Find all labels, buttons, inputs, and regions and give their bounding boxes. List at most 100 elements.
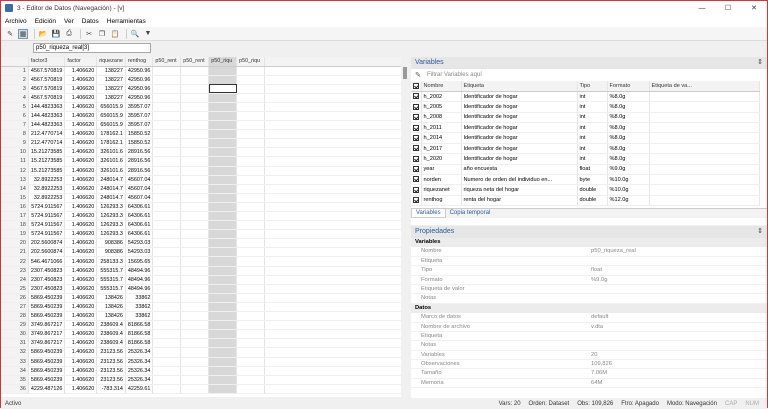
data-cell[interactable]: 32.8922253 xyxy=(28,175,66,185)
data-cell[interactable]: 15.21273585 xyxy=(28,147,66,158)
menu-datos[interactable]: Datos xyxy=(82,18,99,25)
minimize-button[interactable]: — xyxy=(689,1,715,15)
data-cell[interactable] xyxy=(152,211,182,222)
variable-row[interactable]: h_2011 Identificador de hogar int %8.0g xyxy=(411,122,760,134)
data-cell[interactable] xyxy=(208,302,238,313)
checkbox-icon[interactable] xyxy=(413,155,419,162)
data-cell[interactable]: 5724.911567 xyxy=(28,229,66,240)
select-all-checkbox[interactable] xyxy=(411,81,422,92)
data-cell[interactable]: 64306.61 xyxy=(125,202,154,213)
tab-copia-temporal[interactable]: Copia temporal xyxy=(446,209,495,218)
data-cell[interactable]: 126293.3 xyxy=(96,211,126,222)
property-row[interactable]: Tamaño 7.06M xyxy=(411,369,767,379)
data-cell[interactable] xyxy=(152,384,182,394)
data-cell[interactable] xyxy=(208,347,238,358)
checkbox-icon[interactable] xyxy=(413,114,419,121)
data-cell[interactable]: 2307.450823 xyxy=(28,275,66,285)
row-number[interactable]: 10 xyxy=(1,147,29,158)
variables-column-header[interactable]: Etiqueta de va... xyxy=(649,81,760,92)
variables-column-header[interactable]: Nombre xyxy=(421,81,462,92)
data-cell[interactable]: 546.4671066 xyxy=(28,256,66,267)
data-cell[interactable]: 5869.450239 xyxy=(28,293,66,303)
data-cell[interactable]: 126293.3 xyxy=(96,202,126,213)
row-number[interactable]: 18 xyxy=(1,220,29,231)
data-cell[interactable]: 4229.487126 xyxy=(28,384,66,394)
data-cell[interactable] xyxy=(208,202,238,213)
data-cell[interactable] xyxy=(152,293,182,303)
data-cell[interactable] xyxy=(180,284,210,294)
variable-checkbox[interactable] xyxy=(411,122,422,134)
row-number[interactable]: 31 xyxy=(1,338,29,349)
row-number[interactable]: 2 xyxy=(1,75,29,85)
data-cell[interactable] xyxy=(180,357,210,367)
data-cell[interactable]: 1.406620 xyxy=(64,293,98,303)
data-cell[interactable]: 48494.96 xyxy=(125,266,154,276)
data-cell[interactable] xyxy=(180,238,210,249)
data-cell[interactable] xyxy=(208,156,238,167)
data-cell[interactable] xyxy=(152,220,182,231)
data-cell[interactable]: 5869.450239 xyxy=(28,357,66,367)
data-cell[interactable] xyxy=(152,366,182,376)
data-cell[interactable]: 54293.03 xyxy=(125,247,154,258)
filter-placeholder[interactable]: Filtrar Variables aquí xyxy=(427,72,482,78)
row-number[interactable]: 21 xyxy=(1,247,29,258)
data-cell[interactable] xyxy=(152,238,182,249)
data-cell[interactable]: 5869.450239 xyxy=(28,311,66,322)
data-cell[interactable]: 238609.4 xyxy=(96,320,126,331)
data-cell[interactable] xyxy=(180,375,210,385)
row-number[interactable]: 34 xyxy=(1,366,29,376)
variable-checkbox[interactable] xyxy=(411,174,422,186)
data-cell[interactable] xyxy=(236,102,266,112)
data-cell[interactable]: 202.5600874 xyxy=(28,238,66,249)
pin-icon[interactable]: ⇕ xyxy=(757,226,763,238)
data-cell[interactable]: 45607.04 xyxy=(125,175,154,185)
data-cell[interactable] xyxy=(236,293,266,303)
data-cell[interactable] xyxy=(236,193,266,203)
data-cell[interactable] xyxy=(208,211,238,222)
row-number[interactable]: 29 xyxy=(1,320,29,331)
open-icon[interactable]: 📂 xyxy=(38,29,48,39)
data-cell[interactable] xyxy=(180,93,210,103)
data-cell[interactable] xyxy=(236,302,266,313)
row-number[interactable]: 6 xyxy=(1,111,29,122)
data-cell[interactable] xyxy=(236,166,266,176)
variable-checkbox[interactable] xyxy=(411,112,422,124)
data-cell[interactable]: 28916.56 xyxy=(125,166,154,176)
data-cell[interactable] xyxy=(236,275,266,285)
data-cell[interactable]: 1.406620 xyxy=(64,366,98,376)
data-cell[interactable] xyxy=(208,247,238,258)
variables-column-header[interactable]: Formato xyxy=(607,81,650,92)
data-cell[interactable]: 138227 xyxy=(96,75,126,85)
data-cell[interactable]: 555315.7 xyxy=(96,266,126,276)
data-cell[interactable]: 238609.4 xyxy=(96,338,126,349)
row-number[interactable]: 28 xyxy=(1,311,29,322)
row-number[interactable]: 22 xyxy=(1,256,29,267)
data-cell[interactable] xyxy=(180,293,210,303)
data-cell[interactable]: 1.406620 xyxy=(64,320,98,331)
checkbox-icon[interactable] xyxy=(413,176,419,183)
column-header[interactable]: p50_rent xyxy=(180,57,210,67)
data-cell[interactable] xyxy=(152,66,182,76)
data-cell[interactable] xyxy=(180,147,210,158)
grid-vertical-scrollbar[interactable] xyxy=(401,57,409,397)
data-cell[interactable]: 1.406620 xyxy=(64,256,98,267)
row-number[interactable]: 3 xyxy=(1,84,29,94)
data-cell[interactable]: 42950.96 xyxy=(125,66,154,76)
data-cell[interactable]: 1.406620 xyxy=(64,66,98,76)
data-cell[interactable]: 248014.7 xyxy=(96,193,126,203)
data-cell[interactable]: 656015.9 xyxy=(96,102,126,112)
menu-herramientas[interactable]: Herramientas xyxy=(107,18,146,25)
data-cell[interactable]: 908386 xyxy=(96,247,126,258)
save-icon[interactable]: 💾 xyxy=(51,29,61,39)
checkbox-icon[interactable] xyxy=(413,145,419,152)
data-cell[interactable]: 212.4770714 xyxy=(28,129,66,140)
properties-section[interactable]: Variables xyxy=(411,238,767,248)
data-cell[interactable] xyxy=(208,220,238,231)
data-cell[interactable]: 1.406620 xyxy=(64,266,98,276)
data-cell[interactable] xyxy=(180,302,210,313)
data-cell[interactable] xyxy=(180,193,210,203)
variables-column-header[interactable]: Tipo xyxy=(577,81,608,92)
data-cell[interactable]: 33862 xyxy=(125,302,154,313)
data-cell[interactable] xyxy=(236,229,266,240)
data-cell[interactable] xyxy=(236,211,266,222)
